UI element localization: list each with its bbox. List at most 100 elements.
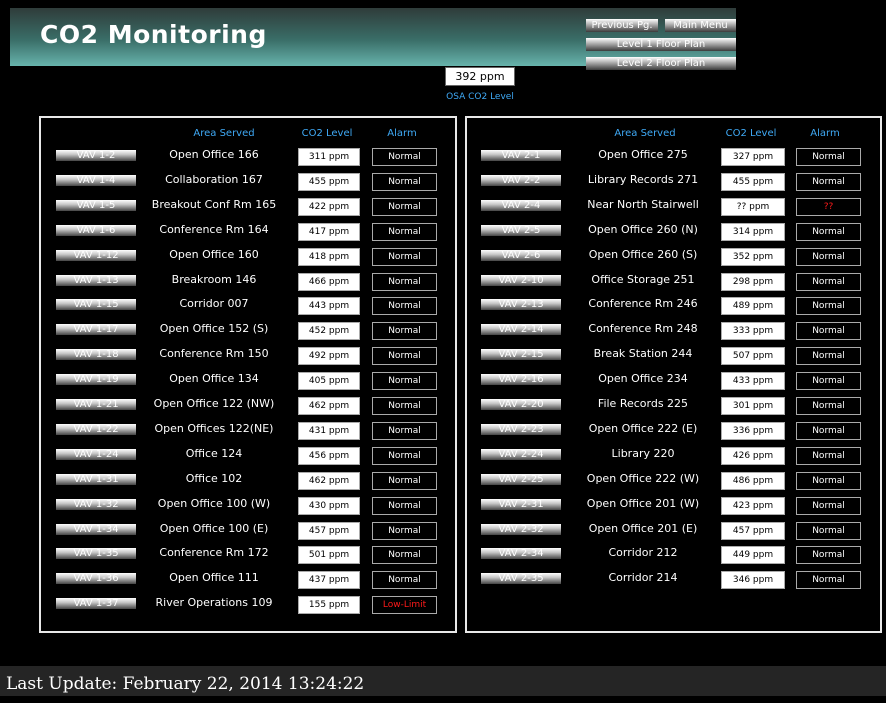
co2-level-value: 430 ppm <box>298 496 360 515</box>
area-served: Open Office 134 <box>169 372 259 386</box>
co2-level-value: 314 ppm <box>721 222 785 241</box>
previous-page-button[interactable]: Previous Pg. <box>586 19 658 32</box>
co2-level-value: 456 ppm <box>298 446 360 465</box>
vav-button[interactable]: VAV 2-23 <box>481 423 561 435</box>
co2-level-value: 405 ppm <box>298 372 360 391</box>
vav-button[interactable]: VAV 1-6 <box>56 224 136 236</box>
vav-button[interactable]: VAV 2-16 <box>481 374 561 386</box>
area-served: Conference Rm 150 <box>159 347 269 361</box>
vav-button[interactable]: VAV 1-34 <box>56 523 136 535</box>
alarm-status: Low-Limit <box>372 596 437 615</box>
co2-level-value: 501 ppm <box>298 546 360 565</box>
alarm-status: Normal <box>796 247 861 266</box>
vav-button[interactable]: VAV 2-35 <box>481 573 561 585</box>
alarm-status: Normal <box>796 397 861 415</box>
vav-button[interactable]: VAV 1-15 <box>56 299 136 311</box>
co2-level-value: ?? ppm <box>721 197 785 216</box>
vav-button[interactable]: VAV 2-34 <box>481 548 561 560</box>
co2-level-value: 489 ppm <box>721 297 785 316</box>
vav-button[interactable]: VAV 2-13 <box>481 299 561 311</box>
top-nav-buttons: Previous Pg. Main Menu Level 1 Floor Pla… <box>586 19 736 70</box>
vav-button[interactable]: VAV 1-5 <box>56 199 136 211</box>
vav-button[interactable]: VAV 1-22 <box>56 423 136 435</box>
vav-row: VAV 2-6 Open Office 260 (S) 352 ppm Normal <box>467 247 880 266</box>
vav-button[interactable]: VAV 2-1 <box>481 150 561 161</box>
alarm-status: Normal <box>372 272 437 291</box>
area-served: Conference Rm 246 <box>588 297 698 311</box>
vav-button[interactable]: VAV 2-31 <box>481 498 561 510</box>
co2-level-value: 336 ppm <box>721 421 785 440</box>
area-served: Open Office 122 (NW) <box>153 397 275 410</box>
vav-button[interactable]: VAV 1-36 <box>56 573 136 585</box>
vav-row: VAV 2-13 Conference Rm 246 489 ppm Normal <box>467 297 880 316</box>
vav-row: VAV 2-10 Office Storage 251 298 ppm Normal <box>467 272 880 291</box>
area-served: Open Office 100 (W) <box>157 496 271 510</box>
vav-row: VAV 2-14 Conference Rm 248 333 ppm Normal <box>467 322 880 341</box>
page-title: CO2 Monitoring <box>40 20 267 49</box>
vav-button[interactable]: VAV 1-31 <box>56 473 136 485</box>
vav-button[interactable]: VAV 2-25 <box>481 473 561 485</box>
vav-button[interactable]: VAV 1-19 <box>56 374 136 386</box>
vav-button[interactable]: VAV 2-10 <box>481 274 561 286</box>
vav-button[interactable]: VAV 2-20 <box>481 399 561 410</box>
vav-button[interactable]: VAV 2-14 <box>481 324 561 336</box>
vav-button[interactable]: VAV 2-5 <box>481 224 561 236</box>
co2-level-header: CO2 Level <box>301 128 353 139</box>
co2-level-value: 431 ppm <box>298 421 360 440</box>
vav-row: VAV 2-34 Corridor 212 449 ppm Normal <box>467 546 880 565</box>
vav-button[interactable]: VAV 2-32 <box>481 523 561 535</box>
area-served: Open Office 275 <box>598 148 688 161</box>
vav-button[interactable]: VAV 1-17 <box>56 324 136 336</box>
vav-button[interactable]: VAV 1-4 <box>56 174 136 186</box>
level1-floor-plan-button[interactable]: Level 1 Floor Plan <box>586 38 736 51</box>
co2-level-value: 443 ppm <box>298 297 360 316</box>
vav-button[interactable]: VAV 2-15 <box>481 349 561 361</box>
vav-row: VAV 1-36 Open Office 111 437 ppm Normal <box>41 571 455 590</box>
co2-level-value: 155 ppm <box>298 596 360 615</box>
area-served: Open Office 201 (W) <box>586 496 700 510</box>
vav-button[interactable]: VAV 2-4 <box>481 199 561 211</box>
area-served: Open Office 100 (E) <box>159 521 269 535</box>
vav-row: VAV 1-13 Breakroom 146 466 ppm Normal <box>41 272 455 291</box>
alarm-status: Normal <box>796 222 861 241</box>
vav-row: VAV 2-25 Open Office 222 (W) 486 ppm Normal <box>467 471 880 490</box>
area-served: File Records 225 <box>597 397 689 410</box>
alarm-status: Normal <box>796 272 861 291</box>
vav-button[interactable]: VAV 1-12 <box>56 249 136 261</box>
vav-button[interactable]: VAV 1-21 <box>56 399 136 410</box>
vav-button[interactable]: VAV 1-35 <box>56 548 136 560</box>
level2-floor-plan-button[interactable]: Level 2 Floor Plan <box>586 57 736 70</box>
alarm-status: Normal <box>796 172 861 191</box>
main-menu-button[interactable]: Main Menu <box>665 19 736 32</box>
vav-button[interactable]: VAV 1-18 <box>56 349 136 361</box>
vav-button[interactable]: VAV 1-13 <box>56 274 136 286</box>
vav-row: VAV 2-32 Open Office 201 (E) 457 ppm Normal <box>467 521 880 540</box>
alarm-status: Normal <box>372 172 437 191</box>
vav-row: VAV 2-24 Library 220 426 ppm Normal <box>467 446 880 465</box>
area-served: River Operations 109 <box>155 596 273 610</box>
vav-row: VAV 2-2 Library Records 271 455 ppm Normal <box>467 172 880 191</box>
co2-level-value: 333 ppm <box>721 322 785 341</box>
co2-level-value: 327 ppm <box>721 148 785 166</box>
area-served: Near North Stairwell <box>587 197 699 211</box>
vav-button[interactable]: VAV 2-24 <box>481 448 561 460</box>
alarm-status: Normal <box>372 148 437 166</box>
osa-co2-label: OSA CO2 Level <box>446 92 514 102</box>
alarm-status: Normal <box>372 247 437 266</box>
alarm-status: Normal <box>372 446 437 465</box>
vav-button[interactable]: VAV 1-37 <box>56 598 136 610</box>
vav-row: VAV 2-1 Open Office 275 327 ppm Normal <box>467 148 880 166</box>
co2-level-value: 486 ppm <box>721 471 785 490</box>
vav-button[interactable]: VAV 1-24 <box>56 448 136 460</box>
vav-button[interactable]: VAV 1-32 <box>56 498 136 510</box>
area-served: Open Office 152 (S) <box>159 322 269 336</box>
co2-level-value: 426 ppm <box>721 446 785 465</box>
vav-row: VAV 2-16 Open Office 234 433 ppm Normal <box>467 372 880 391</box>
vav-button[interactable]: VAV 1-2 <box>56 150 136 161</box>
vav-button[interactable]: VAV 2-6 <box>481 249 561 261</box>
area-served: Open Office 201 (E) <box>588 521 698 535</box>
area-served: Office Storage 251 <box>591 272 695 286</box>
vav-button[interactable]: VAV 2-2 <box>481 174 561 186</box>
area-served: Open Office 222 (E) <box>588 421 698 435</box>
vav-row: VAV 2-31 Open Office 201 (W) 423 ppm Normal <box>467 496 880 515</box>
